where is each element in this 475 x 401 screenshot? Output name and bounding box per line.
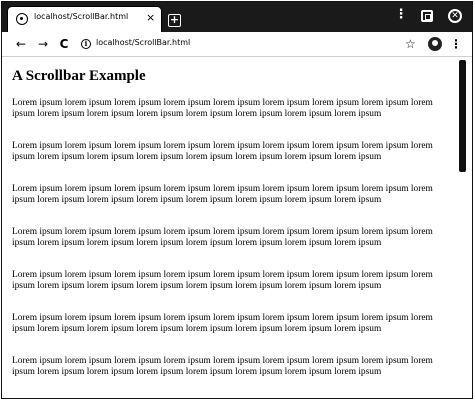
- forward-arrow-icon[interactable]: →: [36, 36, 50, 52]
- restore-window-icon[interactable]: [421, 10, 433, 22]
- paragraph: Lorem ipsum lorem ipsum lorem ipsum lore…: [12, 98, 433, 119]
- browser-menu-icon[interactable]: ⋮: [450, 36, 462, 52]
- new-tab-icon[interactable]: +: [168, 14, 181, 27]
- vertical-scrollbar[interactable]: [458, 58, 472, 398]
- globe-icon: [16, 13, 28, 25]
- profile-avatar-icon[interactable]: [428, 37, 442, 51]
- address-bar[interactable]: localhost/ScrollBar.html: [96, 38, 190, 47]
- tab-active[interactable]: localhost/ScrollBar.html ×: [7, 6, 162, 32]
- paragraph: Lorem ipsum lorem ipsum lorem ipsum lore…: [12, 313, 433, 334]
- paragraph: Lorem ipsum lorem ipsum lorem ipsum lore…: [12, 356, 433, 377]
- paragraph: Lorem ipsum lorem ipsum lorem ipsum lore…: [12, 141, 433, 162]
- back-arrow-icon[interactable]: ←: [14, 36, 28, 52]
- page-viewport: A Scrollbar Example Lorem ipsum lorem ip…: [2, 58, 458, 398]
- browser-window: localhost/ScrollBar.html × + ⋮ ✕ ← → C i…: [1, 1, 473, 399]
- tab-strip: localhost/ScrollBar.html × + ⋮ ✕: [2, 2, 472, 32]
- page-heading: A Scrollbar Example: [12, 68, 146, 84]
- address-toolbar: ← → C i localhost/ScrollBar.html ☆ ⋮: [2, 32, 472, 57]
- tab-close-icon[interactable]: ×: [146, 11, 155, 25]
- scrollbar-thumb[interactable]: [459, 60, 466, 172]
- bookmark-star-icon[interactable]: ☆: [405, 36, 416, 52]
- tab-title: localhost/ScrollBar.html: [34, 12, 129, 21]
- paragraph: Lorem ipsum lorem ipsum lorem ipsum lore…: [12, 227, 433, 248]
- window-menu-icon[interactable]: ⋮: [392, 7, 410, 23]
- paragraph: Lorem ipsum lorem ipsum lorem ipsum lore…: [12, 270, 433, 291]
- site-info-icon[interactable]: i: [81, 39, 91, 49]
- paragraph: Lorem ipsum lorem ipsum lorem ipsum lore…: [12, 184, 433, 205]
- reload-icon[interactable]: C: [57, 36, 71, 52]
- close-window-icon[interactable]: ✕: [448, 9, 462, 23]
